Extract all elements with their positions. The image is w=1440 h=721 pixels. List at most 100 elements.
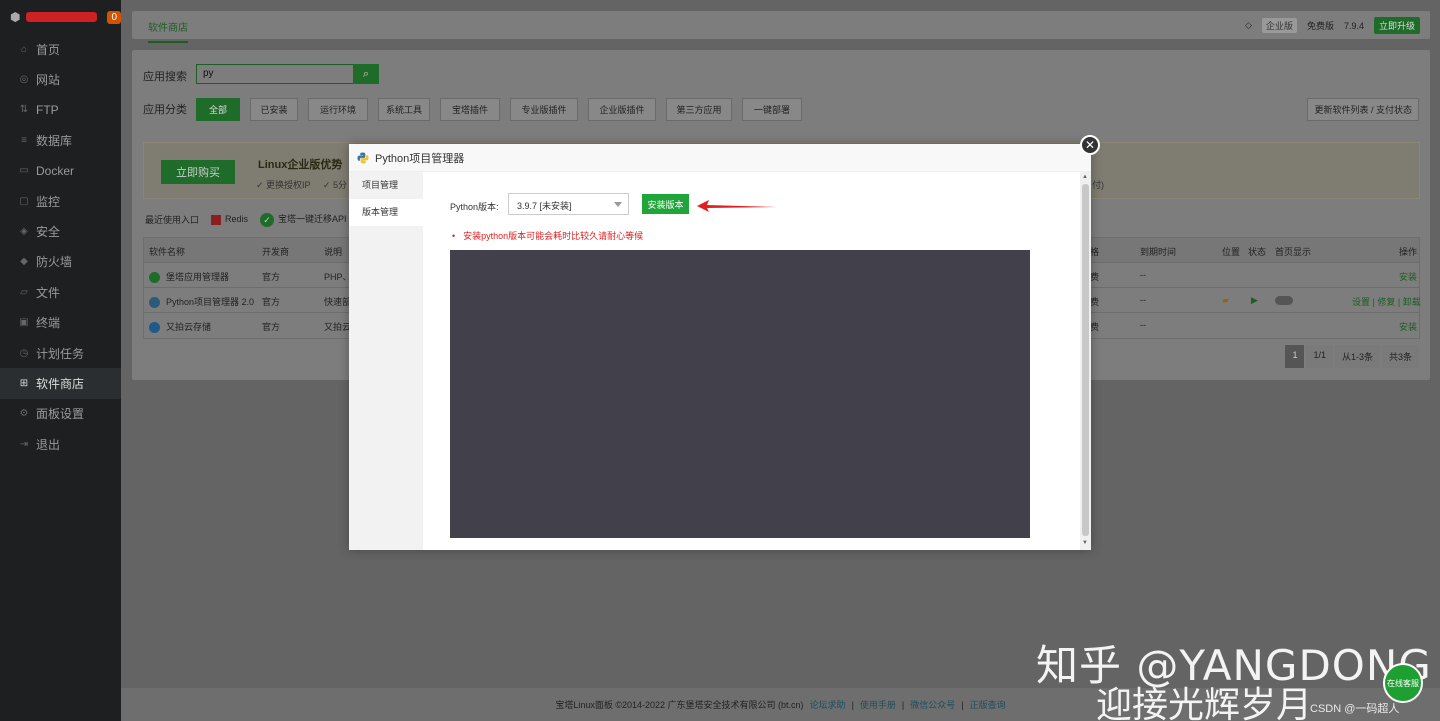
header-expire: 到期时间: [1140, 247, 1177, 257]
sidebar-item-label: 数据库: [36, 133, 73, 148]
promo-tail: 付): [1092, 180, 1104, 190]
docker-icon: ▭: [19, 165, 29, 177]
online-support-button[interactable]: 在线客服: [1383, 663, 1423, 703]
sidebar-item-label: 终端: [36, 316, 61, 331]
footer-link-manual[interactable]: 使用手册: [860, 698, 896, 711]
pagination: 1 1/1 从1-3条 共3条: [1285, 345, 1419, 368]
install-link[interactable]: 安装: [1399, 270, 1417, 283]
sidebar-item-label: 首页: [36, 42, 61, 57]
brand: ⬢ 0: [0, 0, 121, 34]
category-tab[interactable]: 宝塔插件: [440, 98, 500, 121]
footer-link-verify[interactable]: 正版查询: [970, 698, 1006, 711]
sidebar-item[interactable]: ◆ 防火墙: [0, 247, 121, 277]
app-name: Python项目管理器 2.0: [149, 295, 254, 309]
modal-scrollbar[interactable]: ▲ ▼: [1080, 172, 1091, 550]
scroll-up-icon[interactable]: ▲: [1082, 174, 1088, 180]
scroll-down-icon[interactable]: ▼: [1082, 540, 1088, 546]
sidebar-item-label: 软件商店: [36, 376, 85, 391]
top-bar: 软件商店 ◇ 企业版 免费版 7.9.4 立即升级: [132, 11, 1430, 43]
category-tab[interactable]: 企业版插件: [588, 98, 656, 121]
sidebar-item[interactable]: ▱ 文件: [0, 277, 121, 307]
header-home: 首页显示: [1275, 247, 1312, 257]
footer-link-wechat[interactable]: 微信公众号: [910, 698, 955, 711]
settings-link[interactable]: 设置: [1352, 297, 1370, 307]
app-expire: --: [1140, 270, 1146, 280]
home-icon: ⌂: [20, 43, 28, 55]
sidebar-item[interactable]: ≡ 数据库: [0, 125, 121, 155]
header-ops: 操作: [1399, 247, 1418, 257]
notification-badge[interactable]: 0: [107, 10, 121, 24]
play-icon[interactable]: ▶: [1251, 295, 1258, 306]
refresh-list-button[interactable]: 更新软件列表 / 支付状态: [1307, 98, 1419, 121]
search-icon: ⌕: [362, 67, 370, 80]
tab-version-manage[interactable]: 版本管理: [349, 199, 423, 226]
scrollbar-thumb[interactable]: [1082, 184, 1089, 536]
install-version-button[interactable]: 安装版本: [642, 194, 689, 214]
sidebar-item[interactable]: ◎ 网站: [0, 64, 121, 94]
app-name: 堡塔应用管理器: [149, 270, 229, 284]
database-icon: ≡: [21, 134, 27, 146]
category-tab[interactable]: 第三方应用: [666, 98, 732, 121]
watermark-slogan: 迎接光辉岁月: [1096, 685, 1313, 721]
terminal-icon: ▣: [19, 317, 29, 329]
sidebar-item[interactable]: ◷ 计划任务: [0, 338, 121, 368]
app-price: 费: [1090, 322, 1100, 332]
watermark-csdn: CSDN @一码超人: [1310, 703, 1400, 715]
repair-link[interactable]: 修复: [1377, 297, 1395, 307]
modal-content: Python版本: 3.9.7 [未安装] 安装版本 安装python版本可能会…: [423, 172, 1091, 550]
edition-label: 免费版: [1306, 21, 1334, 31]
category-tab[interactable]: 系统工具: [378, 98, 430, 121]
modal-sidebar: 项目管理 版本管理: [349, 172, 423, 550]
sidebar-item[interactable]: ▭ Docker: [0, 156, 121, 186]
promo-title: Linux企业版优势: [258, 159, 343, 171]
tab-project-manage[interactable]: 项目管理: [349, 172, 423, 199]
install-warning: 安装python版本可能会耗时比较久请耐心等候: [452, 229, 643, 242]
sidebar-item[interactable]: ⌂ 首页: [0, 34, 121, 64]
version-label: 7.9.4: [1343, 20, 1364, 31]
recent-redis[interactable]: Redis: [211, 214, 248, 225]
app-dev: 官方: [262, 297, 281, 307]
install-link[interactable]: 安装: [1399, 320, 1417, 333]
sidebar-item[interactable]: ⇥ 退出: [0, 429, 121, 459]
page-count: 1/1: [1306, 345, 1333, 368]
category-label: 应用分类: [143, 104, 187, 116]
red-arrow-annotation: [697, 200, 777, 212]
folder-icon[interactable]: ▰: [1222, 295, 1229, 306]
version-label: Python版本:: [450, 202, 499, 212]
buy-now-button[interactable]: 立即购买: [161, 160, 235, 184]
app-manager-icon: [149, 272, 160, 284]
upgrade-button[interactable]: 立即升级: [1373, 17, 1420, 34]
header-price: 格: [1090, 247, 1100, 257]
sidebar-item-label: FTP: [36, 102, 59, 117]
grid-icon: ⊞: [19, 377, 29, 389]
sidebar-item[interactable]: ▣ 终端: [0, 308, 121, 338]
sidebar-item[interactable]: ⊞ 软件商店: [0, 368, 121, 399]
tab-software-store[interactable]: 软件商店: [148, 19, 188, 43]
app-name: 又拍云存储: [149, 320, 211, 334]
category-tab[interactable]: 全部: [196, 98, 240, 121]
sidebar-item[interactable]: ⇅ FTP: [0, 95, 121, 125]
category-tab[interactable]: 运行环境: [308, 98, 368, 121]
version-select[interactable]: 3.9.7 [未安装]: [508, 193, 629, 215]
page-current[interactable]: 1: [1285, 345, 1305, 368]
redis-icon: [211, 214, 222, 225]
home-toggle[interactable]: [1275, 295, 1293, 306]
close-icon[interactable]: ✕: [1080, 135, 1100, 155]
footer-link-forum[interactable]: 论坛求助: [810, 698, 846, 711]
enterprise-badge[interactable]: 企业版: [1261, 18, 1297, 33]
app-expire: --: [1140, 295, 1146, 305]
sidebar-item[interactable]: ⚙ 面板设置: [0, 399, 121, 429]
row-ops: 设置 | 修复 | 卸载: [1352, 297, 1421, 307]
category-tab[interactable]: 专业版插件: [510, 98, 578, 121]
globe-icon: ◎: [19, 74, 29, 86]
category-tab[interactable]: 一键部署: [742, 98, 802, 121]
sidebar-item-label: Docker: [36, 163, 75, 178]
app-expire: --: [1140, 320, 1146, 330]
uninstall-link[interactable]: 卸载: [1403, 297, 1421, 307]
sidebar-item[interactable]: ▢ 监控: [0, 186, 121, 216]
search-button[interactable]: ⌕: [353, 64, 379, 84]
recent-migrate[interactable]: ✓ 宝塔一键迁移API: [260, 212, 347, 227]
category-tab[interactable]: 已安装: [250, 98, 298, 121]
sidebar-item[interactable]: ◈ 安全: [0, 216, 121, 246]
search-input[interactable]: py: [196, 64, 354, 84]
